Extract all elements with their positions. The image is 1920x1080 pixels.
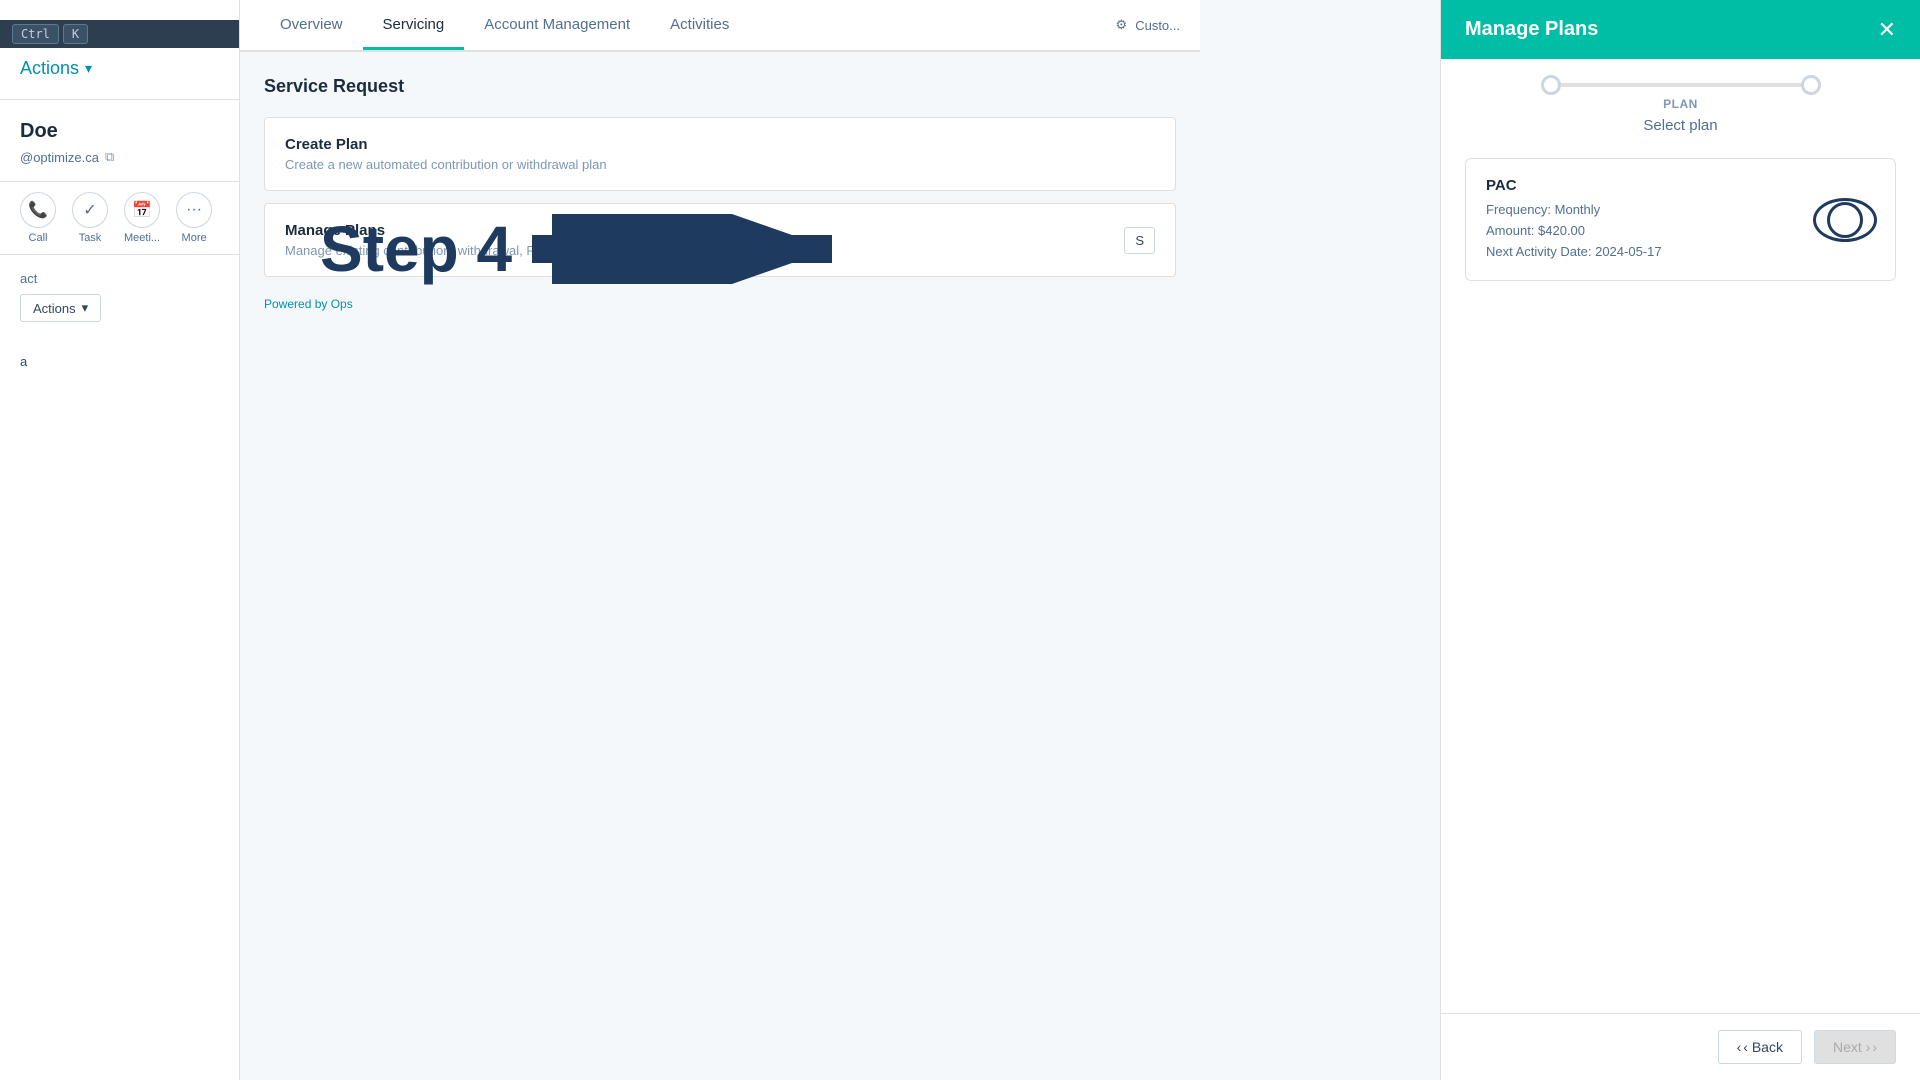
create-plan-title: Create Plan xyxy=(285,136,1155,153)
task-button[interactable]: ✓ Task xyxy=(72,192,108,244)
plan-amount: Amount: $420.00 xyxy=(1486,221,1662,242)
service-request-title: Service Request xyxy=(264,76,1176,97)
progress-section: PLAN Select plan xyxy=(1441,59,1920,150)
manage-plans-title: Manage Plans xyxy=(285,222,620,239)
create-plan-description: Create a new automated contribution or w… xyxy=(285,157,1155,172)
keyboard-bar: Ctrl K xyxy=(0,20,239,48)
create-plan-card[interactable]: Create Plan Create a new automated contr… xyxy=(264,117,1176,191)
tab-servicing[interactable]: Servicing xyxy=(363,2,465,50)
ctrl-key: Ctrl xyxy=(12,24,59,44)
progress-track xyxy=(1541,83,1821,87)
manage-plans-modal: Manage Plans ✕ PLAN Select plan PAC Freq… xyxy=(1440,0,1920,1080)
meeting-icon: 📅 xyxy=(124,192,160,228)
actions-top-label[interactable]: Actions xyxy=(20,58,79,79)
actions-chevron-icon[interactable]: ▾ xyxy=(85,60,92,77)
meeting-label: Meeti... xyxy=(124,232,160,244)
plan-name: PAC xyxy=(1486,177,1662,194)
sidebar-bottom-label: a xyxy=(0,338,239,373)
modal-title: Manage Plans xyxy=(1465,18,1598,41)
sidebar-action-buttons: 📞 Call ✓ Task 📅 Meeti... ··· More xyxy=(0,181,239,255)
more-icon: ··· xyxy=(176,192,212,228)
tabs-navigation: Overview Servicing Account Management Ac… xyxy=(240,0,1200,52)
sidebar: Ctrl K Actions ▾ Doe @optimize.ca ⧉ 📞 Ca… xyxy=(0,0,240,1080)
gear-icon: ⚙ xyxy=(1116,17,1128,33)
modal-header: Manage Plans ✕ xyxy=(1441,0,1920,59)
plan-next-activity: Next Activity Date: 2024-05-17 xyxy=(1486,242,1662,263)
modal-close-button[interactable]: ✕ xyxy=(1878,19,1896,41)
next-button[interactable]: Next › › xyxy=(1814,1030,1896,1064)
plan-card-info: PAC Frequency: Monthly Amount: $420.00 N… xyxy=(1486,177,1662,262)
plan-radio-inner xyxy=(1838,213,1852,227)
ops-link[interactable]: Ops xyxy=(331,297,353,311)
tab-account-management[interactable]: Account Management xyxy=(464,2,650,50)
k-key: K xyxy=(63,24,88,44)
task-icon: ✓ xyxy=(72,192,108,228)
back-button[interactable]: ‹ ‹ Back xyxy=(1718,1030,1802,1064)
more-button[interactable]: ··· More xyxy=(176,192,212,244)
manage-plans-left: Manage Plans Manage existing contributio… xyxy=(285,222,620,258)
progress-dot-right xyxy=(1801,75,1821,95)
contact-email: @optimize.ca ⧉ xyxy=(0,147,239,181)
manage-plans-s-button[interactable]: S xyxy=(1124,227,1155,254)
manage-plans-card[interactable]: Manage Plans Manage existing contributio… xyxy=(264,203,1176,277)
task-label: Task xyxy=(79,232,102,244)
meeting-button[interactable]: 📅 Meeti... xyxy=(124,192,160,244)
sidebar-actions-button[interactable]: Actions ▾ xyxy=(20,294,101,322)
main-content: Overview Servicing Account Management Ac… xyxy=(240,0,1200,1080)
powered-by: Powered by Ops xyxy=(264,297,1176,311)
sidebar-actions-top: Actions ▾ xyxy=(0,48,239,100)
progress-dot-left xyxy=(1541,75,1561,95)
call-icon: 📞 xyxy=(20,192,56,228)
tab-overview[interactable]: Overview xyxy=(260,2,363,50)
tab-activities[interactable]: Activities xyxy=(650,2,749,50)
contact-name: Doe xyxy=(0,110,239,147)
manage-plans-description: Manage existing contribution, withdrawal… xyxy=(285,243,620,258)
plan-frequency: Frequency: Monthly xyxy=(1486,200,1662,221)
sidebar-contact-section: act Actions ▾ xyxy=(0,255,239,338)
content-area: Service Request Create Plan Create a new… xyxy=(240,52,1200,1080)
copy-icon[interactable]: ⧉ xyxy=(105,149,114,165)
call-button[interactable]: 📞 Call xyxy=(20,192,56,244)
customize-button[interactable]: ⚙ Custo... xyxy=(1116,17,1180,33)
progress-fill xyxy=(1541,83,1821,87)
sidebar-actions-chevron-icon: ▾ xyxy=(82,300,89,316)
back-chevron-icon: ‹ xyxy=(1737,1039,1742,1055)
call-label: Call xyxy=(29,232,48,244)
contact-section-label: act xyxy=(20,271,219,286)
plan-card[interactable]: PAC Frequency: Monthly Amount: $420.00 N… xyxy=(1465,158,1896,281)
more-label: More xyxy=(182,232,207,244)
select-plan-text: Select plan xyxy=(1643,117,1717,134)
modal-footer: ‹ ‹ Back Next › › xyxy=(1441,1013,1920,1080)
progress-step-label: PLAN xyxy=(1663,97,1698,111)
next-chevron-icon: › xyxy=(1872,1039,1877,1055)
plan-radio-container xyxy=(1815,190,1875,250)
plan-radio-button[interactable] xyxy=(1827,202,1863,238)
